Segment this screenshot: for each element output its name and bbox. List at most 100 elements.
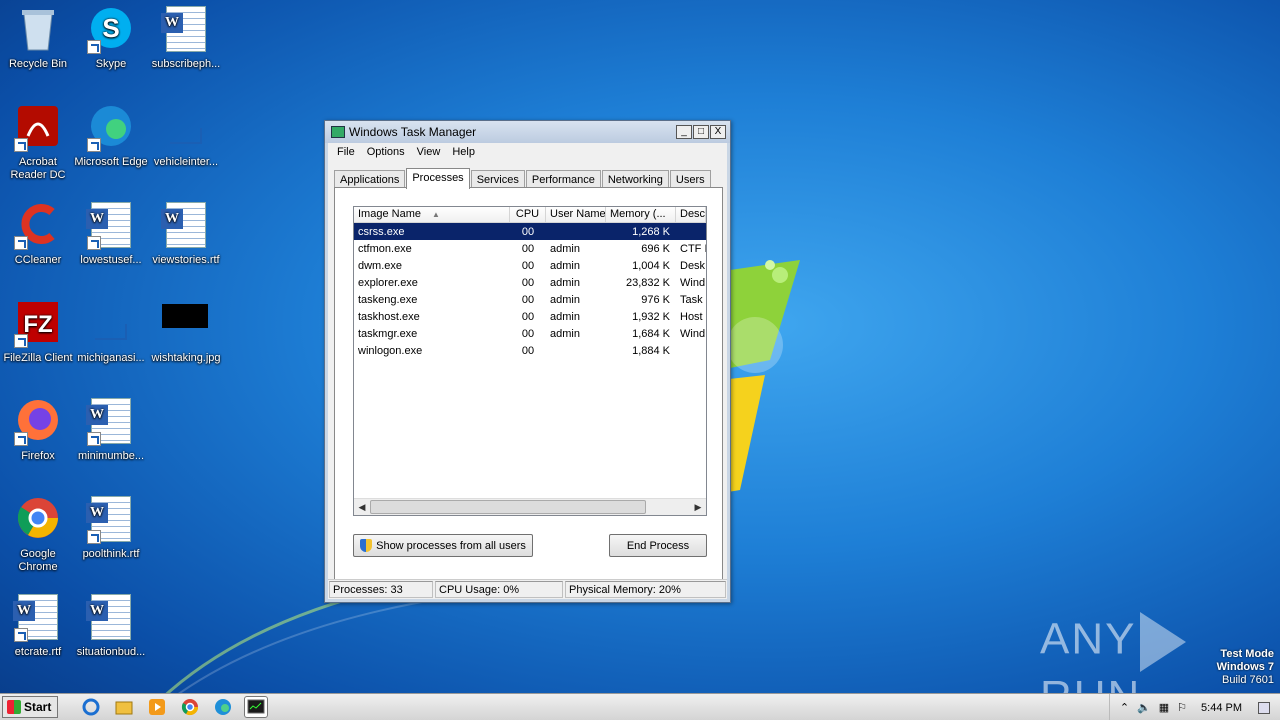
desktop-icon[interactable]: S Skype: [73, 6, 149, 71]
process-description: Desk: [680, 259, 706, 272]
flag-icon[interactable]: ⚐: [1177, 701, 1187, 714]
desktop-icon[interactable]: Wpoolthink.rtf: [73, 496, 149, 561]
scroll-track[interactable]: [646, 499, 690, 515]
maximize-button[interactable]: □: [693, 125, 709, 139]
show-desktop-button[interactable]: [1258, 701, 1270, 714]
close-button[interactable]: X: [710, 125, 726, 139]
menu-bar: File Options View Help: [328, 143, 727, 161]
process-description: Task: [680, 293, 703, 306]
desktop-icon[interactable]: Wviewstories.rtf: [148, 202, 224, 267]
show-all-processes-button[interactable]: Show processes from all users: [353, 534, 533, 557]
column-memory[interactable]: Memory (...: [606, 207, 676, 222]
uac-shield-icon: [360, 539, 373, 552]
scroll-thumb[interactable]: [370, 500, 646, 514]
explorer-icon[interactable]: [112, 696, 136, 718]
desktop-icon[interactable]: Microsoft Edge: [73, 104, 149, 169]
processes-panel: Image Name ▲ CPU User Name Memory (... D…: [334, 187, 723, 582]
tab-performance[interactable]: Performance: [525, 170, 601, 188]
process-row[interactable]: taskmgr.exe 00 admin 1,684 K Wind: [354, 325, 706, 342]
desktop-icon[interactable]: CCleaner: [0, 202, 76, 267]
process-row[interactable]: taskeng.exe 00 admin 976 K Task: [354, 291, 706, 308]
speaker-icon[interactable]: 🔈: [1137, 701, 1151, 714]
blank-file-icon: [162, 104, 210, 152]
desktop-icon[interactable]: vehicleinter...: [148, 104, 224, 169]
process-name: dwm.exe: [358, 259, 403, 272]
desktop-icon-label: Acrobat Reader DC: [10, 156, 66, 181]
desktop-icon[interactable]: Recycle Bin: [0, 6, 76, 71]
scroll-right-icon[interactable]: ▶: [690, 499, 706, 515]
process-row[interactable]: csrss.exe 00 1,268 K: [354, 223, 706, 240]
process-list[interactable]: Image Name ▲ CPU User Name Memory (... D…: [353, 206, 707, 516]
process-memory: 1,004 K: [632, 259, 670, 272]
menu-help[interactable]: Help: [446, 146, 481, 158]
desktop-icon[interactable]: Wsubscribeph...: [148, 6, 224, 71]
desktop-icon[interactable]: Wetcrate.rtf: [0, 594, 76, 659]
desktop-icon[interactable]: Wsituationbud...: [73, 594, 149, 659]
process-memory: 1,932 K: [632, 310, 670, 323]
column-cpu[interactable]: CPU: [510, 207, 546, 222]
chrome-icon[interactable]: [178, 696, 202, 718]
taskbar: Start ⌃ 🔈 ▦ ⚐ 5:44 PM: [0, 693, 1280, 720]
process-description: Wind: [680, 276, 706, 289]
status-bar: Processes: 33 CPU Usage: 0% Physical Mem…: [328, 579, 727, 599]
process-row[interactable]: explorer.exe 00 admin 23,832 K Wind: [354, 274, 706, 291]
task-manager-window[interactable]: Windows Task Manager _ □ X File Options …: [324, 120, 731, 603]
desktop-icon[interactable]: Wminimumbe...: [73, 398, 149, 463]
window-body: File Options View Help Applications Proc…: [328, 143, 727, 599]
start-button[interactable]: Start: [2, 696, 59, 718]
shortcut-arrow-icon: [87, 40, 101, 54]
taskmgr-taskbar-button[interactable]: [244, 696, 269, 718]
firefox-icon: [14, 398, 62, 446]
play-icon: [1140, 612, 1187, 672]
word-doc-icon: W: [161, 6, 210, 54]
process-row[interactable]: taskhost.exe 00 admin 1,932 K Host: [354, 308, 706, 325]
desktop-icon-label: Firefox: [21, 450, 55, 462]
ie-icon[interactable]: [79, 696, 103, 718]
process-description: CTF I: [680, 242, 706, 255]
tab-networking[interactable]: Networking: [601, 170, 669, 188]
process-row[interactable]: ctfmon.exe 00 admin 696 K CTF I: [354, 240, 706, 257]
desktop-icon-label: lowestusef...: [80, 254, 142, 266]
desktop-icon[interactable]: michiganasi...: [73, 300, 149, 365]
desktop-icon[interactable]: FZ FileZilla Client: [0, 300, 76, 365]
chevron-up-icon[interactable]: ⌃: [1120, 701, 1129, 714]
process-row[interactable]: winlogon.exe 00 1,884 K: [354, 342, 706, 359]
process-name: csrss.exe: [358, 225, 405, 238]
column-user-name[interactable]: User Name: [546, 207, 606, 222]
desktop-icon[interactable]: Wlowestusef...: [73, 202, 149, 267]
shortcut-arrow-icon: [87, 236, 101, 250]
word-doc-icon: W: [86, 398, 135, 446]
process-cpu: 00: [521, 276, 535, 289]
tab-processes[interactable]: Processes: [406, 168, 470, 189]
desktop-icon[interactable]: wishtaking.jpg: [148, 300, 224, 365]
horizontal-scrollbar[interactable]: ◀ ▶: [354, 498, 706, 515]
desktop-icon[interactable]: Google Chrome: [0, 496, 76, 574]
desktop-icon[interactable]: Acrobat Reader DC: [0, 104, 76, 182]
menu-view[interactable]: View: [411, 146, 447, 158]
minimize-button[interactable]: _: [676, 125, 692, 139]
edge-icon[interactable]: [211, 696, 235, 718]
end-process-button[interactable]: End Process: [609, 534, 707, 557]
column-image-name[interactable]: Image Name ▲: [354, 207, 510, 222]
word-doc-icon: W: [86, 202, 135, 250]
desktop-icon[interactable]: Firefox: [0, 398, 76, 463]
menu-options[interactable]: Options: [361, 146, 411, 158]
tab-applications[interactable]: Applications: [334, 170, 406, 188]
windows-flag-icon: [7, 700, 21, 714]
network-icon[interactable]: ▦: [1159, 701, 1169, 714]
tab-users[interactable]: Users: [669, 170, 711, 188]
blank-file-icon: [87, 300, 135, 348]
title-bar[interactable]: Windows Task Manager _ □ X: [325, 121, 730, 143]
process-cpu: 00: [521, 310, 535, 323]
clock[interactable]: 5:44 PM: [1201, 702, 1242, 714]
process-row[interactable]: dwm.exe 00 admin 1,004 K Desk: [354, 257, 706, 274]
column-description[interactable]: Desc: [676, 207, 706, 222]
status-cpu: CPU Usage: 0%: [435, 581, 563, 598]
menu-file[interactable]: File: [331, 146, 361, 158]
desktop-icon-label: viewstories.rtf: [152, 254, 220, 266]
scroll-left-icon[interactable]: ◀: [354, 499, 370, 515]
tab-services[interactable]: Services: [470, 170, 525, 188]
filezilla-icon: FZ: [14, 300, 62, 348]
media-player-icon[interactable]: [145, 696, 169, 718]
process-name: ctfmon.exe: [358, 242, 412, 255]
